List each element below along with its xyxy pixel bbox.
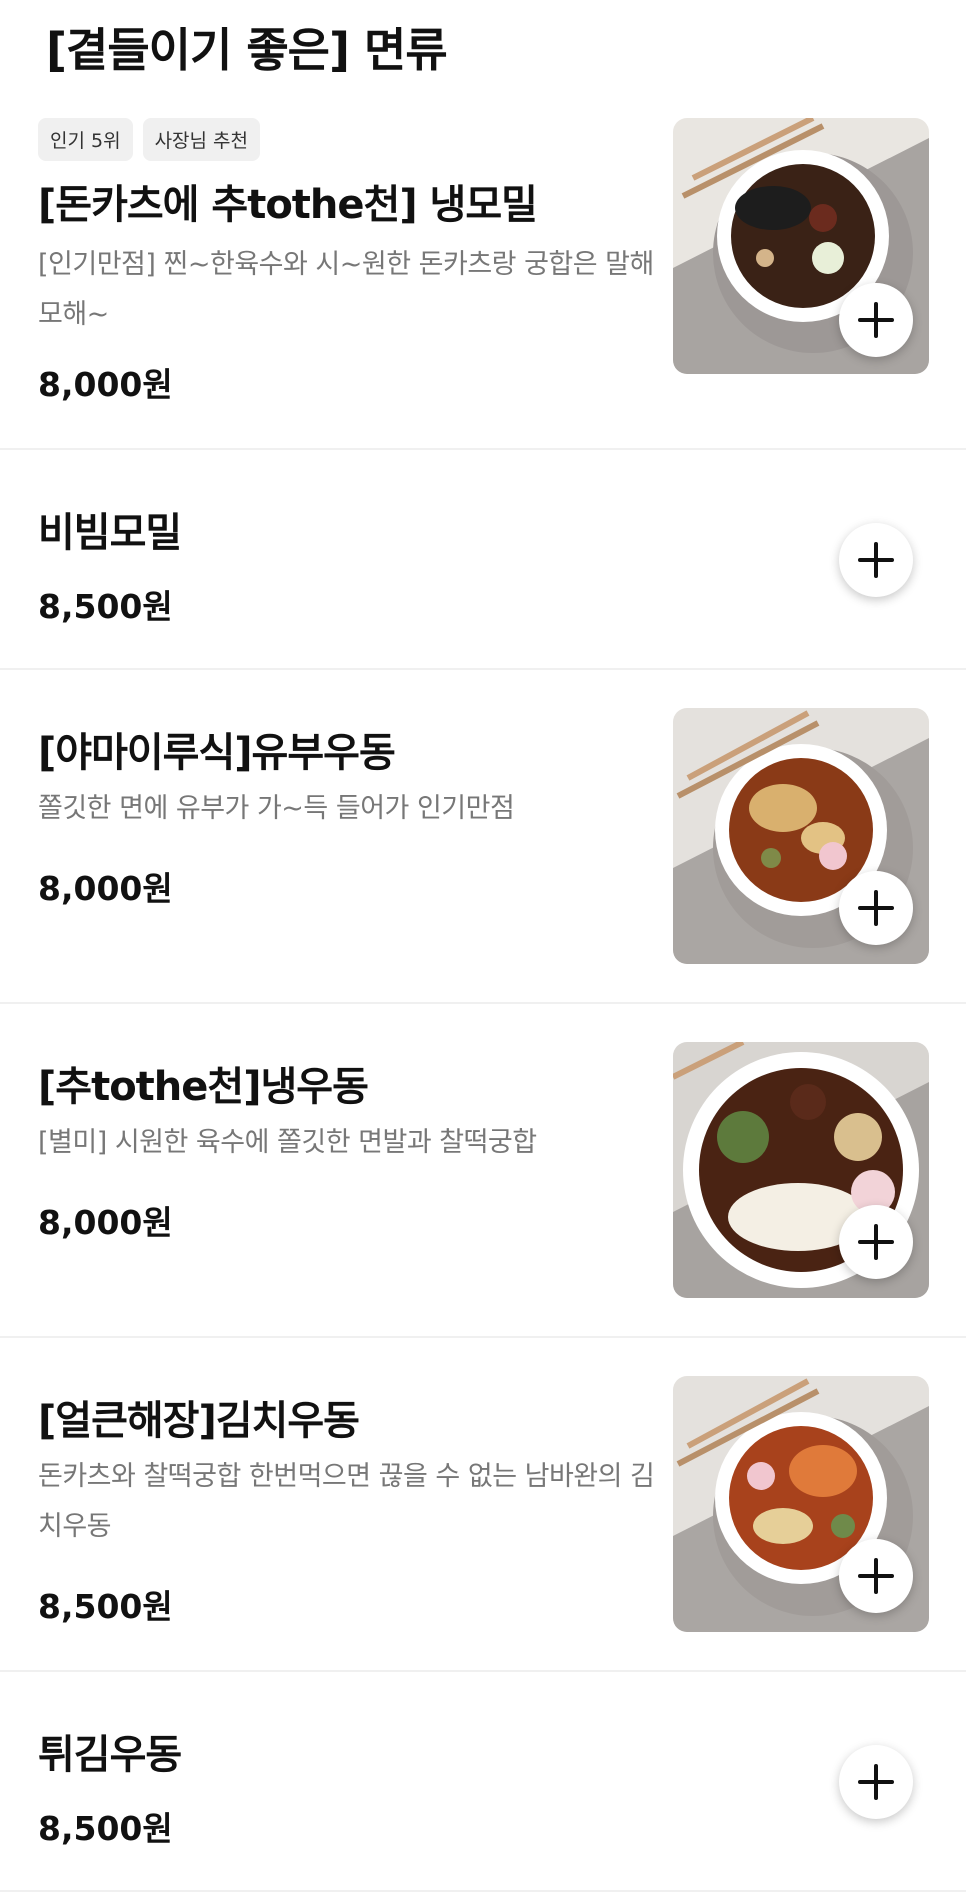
menu-item-price: 8,000원	[38, 365, 173, 404]
menu-item[interactable]: 튀김우동 8,500원	[0, 1674, 966, 1892]
menu-item-name: 비빔모밀	[38, 510, 182, 556]
menu-item-description: 쫄깃한 면에 유부가 가~득 들어가 인기만점	[38, 793, 515, 824]
menu-item[interactable]: [얼큰해장]김치우동 돈카츠와 찰떡궁합 한번먹으면 끊을 수 없는 남바완의 …	[0, 1340, 966, 1672]
plus-icon	[858, 1224, 894, 1260]
add-button[interactable]	[839, 283, 913, 357]
menu-item[interactable]: 인기 5위 사장님 추천 [돈카츠에 추tothe천] 냉모밀 [인기만점] 찐…	[0, 100, 966, 450]
menu-item-name: [야마이루식]유부우동	[38, 730, 396, 776]
add-button[interactable]	[839, 1539, 913, 1613]
menu-item-name: [추tothe천]냉우동	[38, 1064, 369, 1110]
add-button[interactable]	[839, 523, 913, 597]
plus-icon	[858, 302, 894, 338]
menu-item-price: 8,500원	[38, 587, 173, 626]
menu-item-name: [얼큰해장]김치우동	[38, 1398, 360, 1444]
plus-icon	[858, 890, 894, 926]
menu-item-price: 8,500원	[38, 1809, 173, 1848]
badge-list: 인기 5위 사장님 추천	[38, 118, 261, 161]
add-button[interactable]	[839, 1745, 913, 1819]
menu-item[interactable]: [야마이루식]유부우동 쫄깃한 면에 유부가 가~득 들어가 인기만점 8,00…	[0, 672, 966, 1004]
menu-item-price: 8,000원	[38, 869, 173, 908]
popularity-badge: 인기 5위	[38, 118, 133, 161]
plus-icon	[858, 1764, 894, 1800]
menu-item-name: [돈카츠에 추tothe천] 냉모밀	[38, 182, 538, 228]
plus-icon	[858, 1558, 894, 1594]
menu-page: [곁들이기 좋은] 면류 인기 5위 사장님 추천 [돈카츠에 추tothe천]…	[0, 0, 966, 1894]
add-button[interactable]	[839, 1205, 913, 1279]
add-button[interactable]	[839, 871, 913, 945]
menu-item-description: [별미] 시원한 육수에 쫄깃한 면발과 찰떡궁합	[38, 1127, 537, 1158]
section-title: [곁들이기 좋은] 면류	[46, 23, 448, 77]
menu-item-price: 8,000원	[38, 1203, 173, 1242]
owner-recommend-badge: 사장님 추천	[142, 118, 261, 161]
menu-item-price: 8,500원	[38, 1587, 173, 1626]
menu-item-name: 튀김우동	[38, 1732, 182, 1778]
plus-icon	[858, 542, 894, 578]
menu-item-description: [인기만점] 찐~한육수와 시~원한 돈카츠랑 궁합은 말해모해~	[38, 249, 654, 330]
menu-item[interactable]: [추tothe천]냉우동 [별미] 시원한 육수에 쫄깃한 면발과 찰떡궁합 8…	[0, 1006, 966, 1338]
menu-item-description: 돈카츠와 찰떡궁합 한번먹으면 끊을 수 없는 남바완의 김치우동	[38, 1461, 655, 1542]
menu-item[interactable]: 비빔모밀 8,500원	[0, 452, 966, 670]
